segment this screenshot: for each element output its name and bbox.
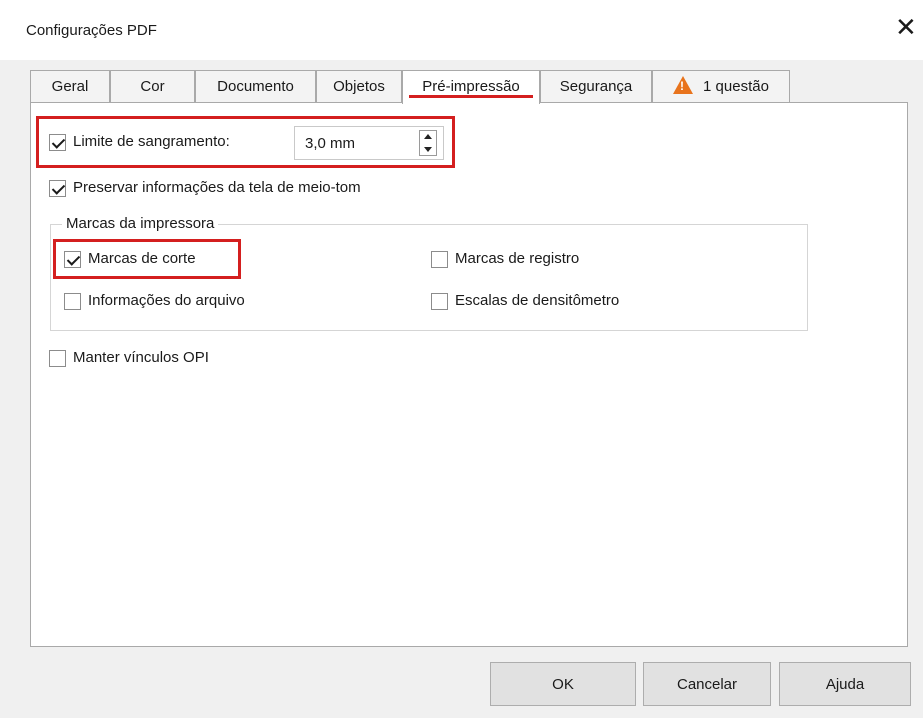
spin-buttons bbox=[419, 130, 437, 156]
tab-label: 1 questão bbox=[703, 78, 769, 95]
cancel-button[interactable]: Cancelar bbox=[643, 662, 771, 706]
warning-icon: ! bbox=[673, 76, 694, 94]
densitometer-scales-checkbox[interactable] bbox=[431, 293, 448, 310]
opi-label: Manter vínculos OPI bbox=[73, 349, 209, 366]
bleed-value[interactable]: 3,0 mm bbox=[305, 135, 355, 152]
crop-marks-checkbox[interactable] bbox=[64, 251, 81, 268]
crop-marks-label: Marcas de corte bbox=[88, 250, 196, 267]
spin-up-icon[interactable] bbox=[420, 131, 436, 143]
tab-objetos[interactable]: Objetos bbox=[316, 70, 402, 103]
registration-marks-checkbox[interactable] bbox=[431, 251, 448, 268]
window-title: Configurações PDF bbox=[26, 22, 157, 39]
tab-label: Cor bbox=[140, 78, 165, 95]
tab-issues[interactable]: ! 1 questão bbox=[652, 70, 790, 103]
densitometer-scales-label: Escalas de densitômetro bbox=[455, 292, 620, 309]
close-icon[interactable]: ✕ bbox=[895, 14, 917, 40]
spin-down-icon[interactable] bbox=[420, 143, 436, 155]
ok-button[interactable]: OK bbox=[490, 662, 636, 706]
help-button[interactable]: Ajuda bbox=[779, 662, 911, 706]
bleed-spinbox[interactable]: 3,0 mm bbox=[294, 126, 444, 160]
halftone-checkbox[interactable] bbox=[49, 180, 66, 197]
printer-marks-title: Marcas da impressora bbox=[62, 215, 219, 232]
bleed-checkbox[interactable] bbox=[49, 134, 66, 151]
file-info-checkbox[interactable] bbox=[64, 293, 81, 310]
tab-pre-impressao[interactable]: Pré-impressão bbox=[402, 70, 540, 104]
tab-label: Pré-impressão bbox=[422, 78, 520, 95]
tab-seguranca[interactable]: Segurança bbox=[540, 70, 652, 103]
file-info-label: Informações do arquivo bbox=[88, 292, 245, 309]
tab-label: Documento bbox=[217, 78, 294, 95]
opi-checkbox[interactable] bbox=[49, 350, 66, 367]
title-bar: Configurações PDF ✕ bbox=[0, 0, 923, 60]
tab-label: Objetos bbox=[333, 78, 385, 95]
tab-label: Geral bbox=[51, 78, 89, 95]
tab-geral[interactable]: Geral bbox=[30, 70, 110, 103]
tab-cor[interactable]: Cor bbox=[110, 70, 195, 103]
registration-marks-label: Marcas de registro bbox=[455, 250, 580, 267]
halftone-label: Preservar informações da tela de meio-to… bbox=[73, 179, 361, 196]
tab-documento[interactable]: Documento bbox=[195, 70, 316, 103]
tab-label: Segurança bbox=[559, 78, 633, 95]
active-tab-underline bbox=[409, 95, 533, 98]
bleed-label: Limite de sangramento: bbox=[73, 133, 230, 150]
